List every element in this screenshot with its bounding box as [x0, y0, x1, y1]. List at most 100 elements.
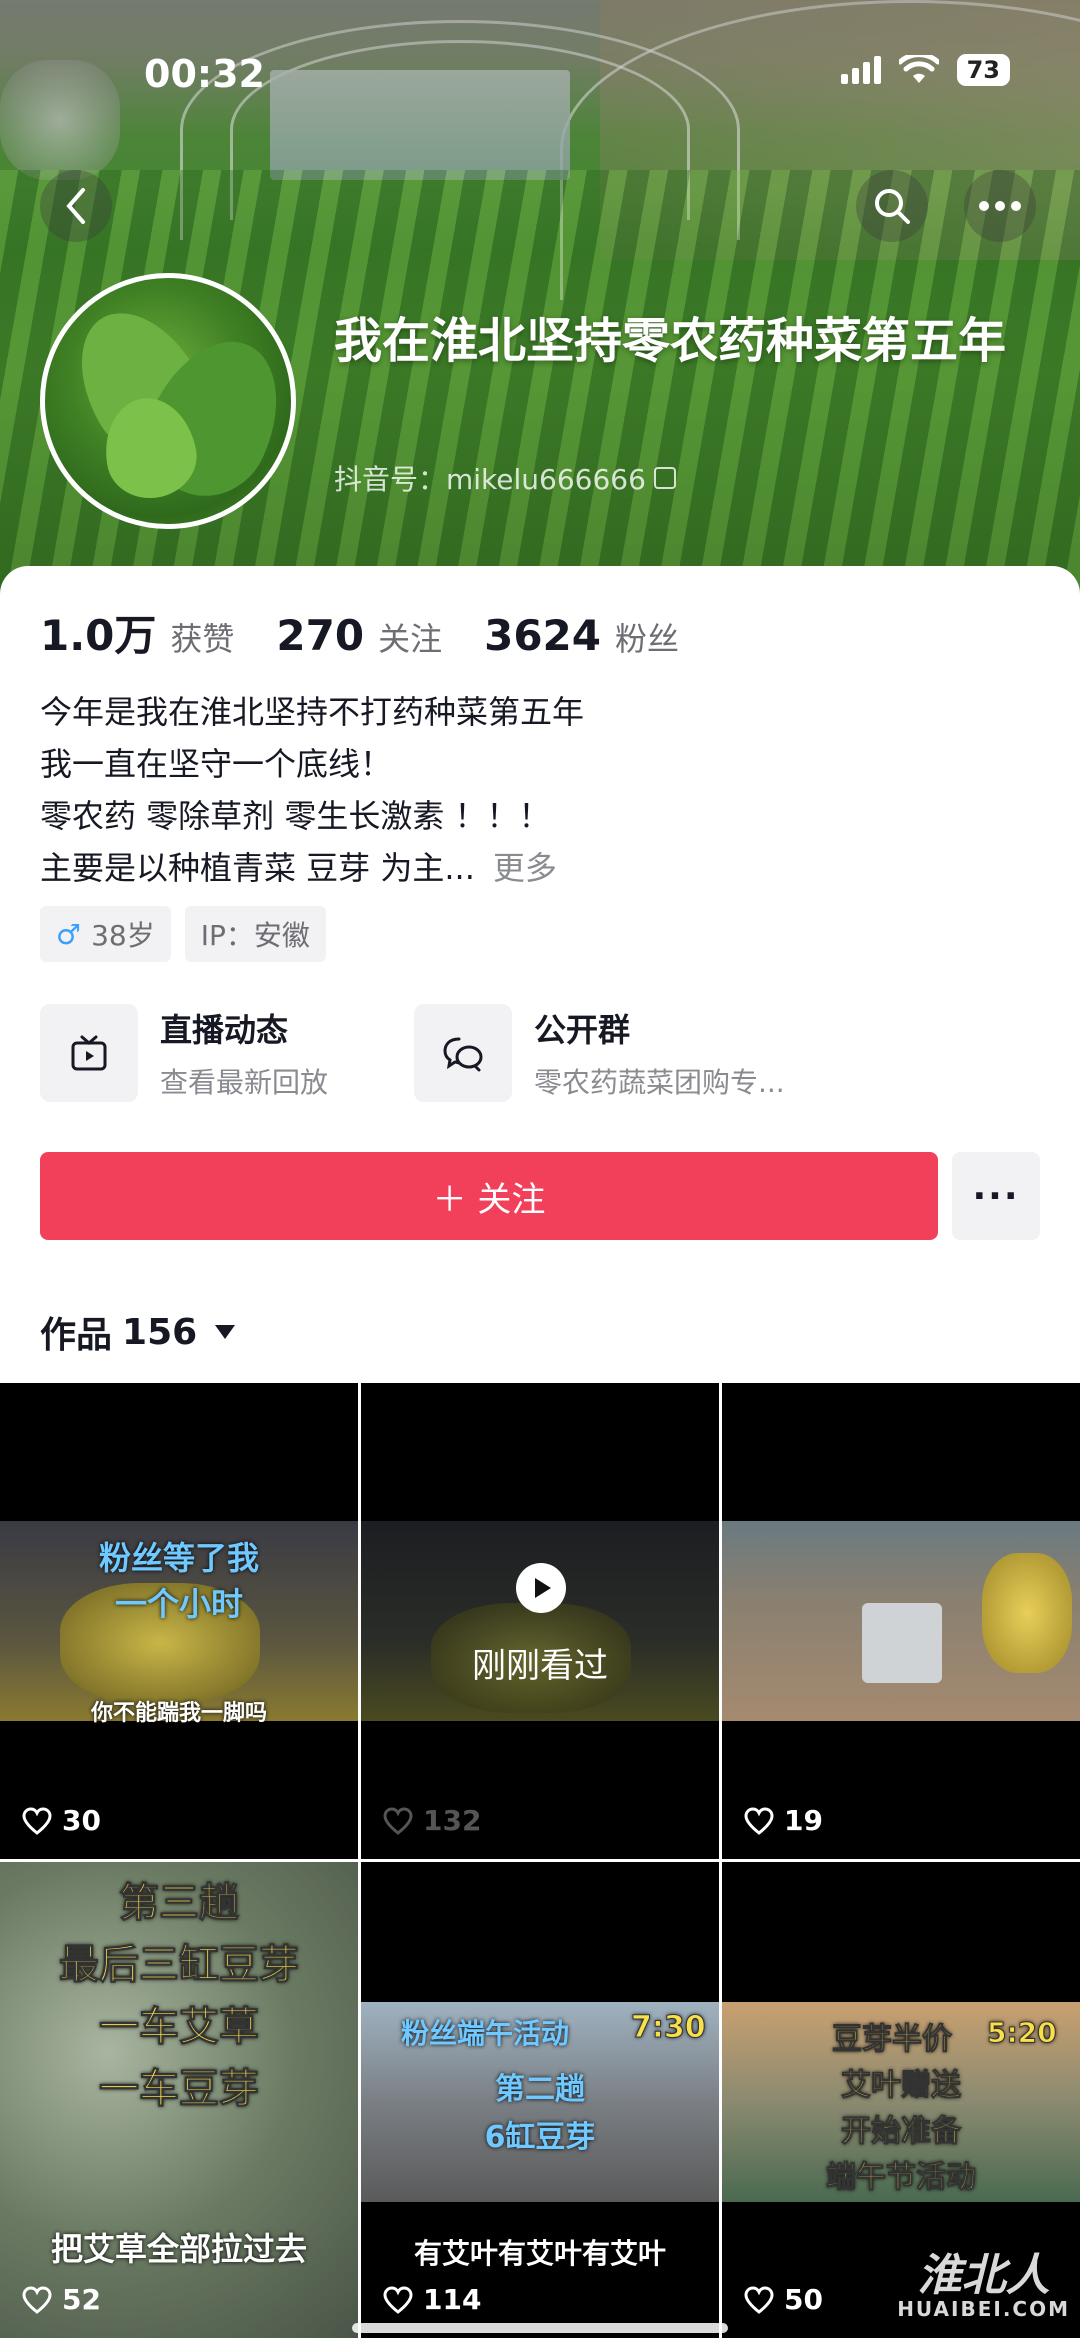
douyin-id[interactable]: 抖音号：mikelu666666	[334, 458, 676, 498]
like-number: 50	[784, 2283, 823, 2316]
video-grid: 粉丝等了我 一个小时 你不能踹我一脚吗 30 刚刚看过 132 19 第三趟 最…	[0, 1383, 1080, 2338]
video-caption: 最后三缸豆芽	[59, 1942, 300, 1989]
more-dots-icon	[979, 201, 1021, 211]
profile-more-button[interactable]: ···	[952, 1152, 1040, 1240]
feature-live-updates[interactable]: 直播动态 查看最新回放	[40, 1004, 414, 1102]
stat-following-count: 270	[276, 611, 365, 660]
feature-title: 直播动态	[160, 1011, 289, 1049]
video-like-count: 30	[22, 1804, 101, 1837]
video-tile[interactable]: 粉丝等了我 一个小时 你不能踹我一脚吗 30	[0, 1383, 358, 1859]
heart-icon	[383, 1806, 413, 1835]
video-caption: 粉丝端午活动	[401, 2017, 570, 2050]
video-caption: 有艾叶有艾叶有艾叶	[413, 2237, 666, 2270]
battery-indicator: 73	[956, 54, 1010, 86]
age-tag: ♂ 38岁	[40, 906, 171, 962]
video-tile[interactable]: 豆芽半价 5:20 艾叶赠送 开始准备 端午节活动 50 淮北人 HUAIBEI…	[722, 1862, 1080, 2338]
age-text: 38岁	[91, 919, 155, 952]
stat-likes[interactable]: 1.0万 获赞	[40, 602, 234, 663]
video-caption: 端午节活动	[826, 2160, 977, 2196]
video-caption: 一个小时	[114, 1585, 243, 1623]
video-caption: 6缸豆芽	[484, 2120, 596, 2155]
bio-line: 主要是以种植青菜 豆芽 为主...	[40, 849, 475, 887]
video-caption: 开始准备	[841, 2114, 962, 2150]
bio-line: 今年是我在淮北坚持不打药种菜第五年	[40, 693, 585, 731]
feature-public-group[interactable]: 公开群 零农药蔬菜团购专...	[414, 1004, 788, 1102]
video-like-count: 114	[383, 2283, 481, 2316]
follow-button[interactable]: ＋ 关注	[40, 1152, 938, 1240]
like-number: 52	[62, 2283, 101, 2316]
watermark-logo: 淮北人 HUAIBEI.COM	[897, 2254, 1070, 2321]
copy-icon[interactable]	[653, 467, 676, 489]
video-caption: 你不能踹我一脚吗	[90, 1701, 267, 1726]
like-number: 132	[423, 1804, 482, 1837]
feature-subtitle: 零农药蔬菜团购专...	[534, 1066, 785, 1099]
heart-icon	[22, 1806, 52, 1835]
video-caption: 一车豆芽	[99, 2066, 260, 2113]
status-icons: 73	[840, 54, 1010, 86]
stat-following[interactable]: 270 关注	[276, 611, 442, 660]
male-icon: ♂	[56, 917, 82, 951]
bio-more-link[interactable]: 更多	[493, 849, 557, 887]
video-caption: 一车艾草	[99, 2004, 260, 2051]
video-like-count: 132	[383, 1804, 481, 1837]
recently-watched-label: 刚刚看过	[472, 1646, 608, 1686]
tab-works[interactable]: 作品 156	[40, 1306, 236, 1358]
bio-line: 我一直在坚守一个底线！	[40, 745, 393, 783]
video-caption: 7:30	[631, 2010, 707, 2046]
avatar[interactable]	[40, 273, 296, 529]
back-button[interactable]	[40, 170, 112, 242]
video-caption: 艾叶赠送	[841, 2068, 962, 2104]
video-caption: 第二趟	[495, 2072, 585, 2107]
stat-likes-label: 获赞	[170, 620, 235, 658]
heart-icon	[22, 2285, 52, 2314]
stat-followers[interactable]: 3624 粉丝	[484, 611, 679, 660]
tv-icon	[40, 1004, 138, 1102]
profile-features: 直播动态 查看最新回放 公开群 零农药蔬菜团购专...	[40, 1004, 1040, 1102]
video-caption: 粉丝等了我	[98, 1539, 259, 1577]
video-caption: 5:20	[987, 2016, 1058, 2050]
watermark-sub: HUAIBEI.COM	[897, 2297, 1070, 2321]
chat-bubbles-icon	[414, 1004, 512, 1102]
stat-likes-count: 1.0万	[40, 611, 157, 660]
profile-tags: ♂ 38岁 IP：安徽	[40, 906, 326, 962]
video-tile[interactable]: 第三趟 最后三缸豆芽 一车艾草 一车豆芽 把艾草全部拉过去 52	[0, 1862, 358, 2338]
more-options-button[interactable]	[964, 170, 1036, 242]
video-tile[interactable]: 粉丝端午活动 7:30 第二趟 6缸豆芽 有艾叶有艾叶有艾叶 114	[361, 1862, 719, 2338]
works-count: 156	[122, 1311, 198, 1353]
heart-icon	[383, 2285, 413, 2314]
like-number: 114	[423, 2283, 482, 2316]
works-label: 作品	[40, 1315, 113, 1356]
video-tile[interactable]: 19	[722, 1383, 1080, 1859]
video-like-count: 52	[22, 2283, 101, 2316]
video-like-count: 50	[744, 2283, 823, 2316]
feature-title: 公开群	[534, 1011, 631, 1049]
search-button[interactable]	[856, 170, 928, 242]
video-caption: 豆芽半价	[832, 2022, 953, 2058]
home-indicator[interactable]	[352, 2323, 728, 2333]
wifi-icon	[898, 55, 939, 83]
watermark-text: 淮北人	[917, 2250, 1050, 2301]
chevron-left-icon	[66, 188, 85, 224]
douyin-id-text: 抖音号：mikelu666666	[334, 463, 646, 496]
profile-stats: 1.0万 获赞 270 关注 3624 粉丝	[40, 602, 721, 663]
play-icon	[516, 1563, 566, 1613]
stat-followers-count: 3624	[484, 611, 602, 660]
feature-subtitle: 查看最新回放	[160, 1066, 329, 1099]
signal-icon	[840, 56, 881, 84]
ip-tag: IP：安徽	[184, 906, 326, 962]
ip-text: IP：安徽	[200, 919, 310, 952]
video-like-count: 19	[744, 1804, 823, 1837]
video-caption: 把艾草全部拉过去	[50, 2230, 307, 2268]
like-number: 30	[62, 1804, 101, 1837]
heart-icon	[744, 1806, 774, 1835]
like-number: 19	[784, 1804, 823, 1837]
caret-down-icon	[215, 1325, 236, 1339]
bio-line: 零农药 零除草剂 零生长激素 ！！！	[40, 797, 551, 835]
heart-icon	[744, 2285, 774, 2314]
stat-followers-label: 粉丝	[615, 620, 680, 658]
search-icon	[875, 189, 910, 224]
video-tile[interactable]: 刚刚看过 132	[361, 1383, 719, 1859]
profile-nickname: 我在淮北坚持零农药种菜第五年	[334, 313, 1007, 369]
stat-following-label: 关注	[378, 620, 443, 658]
video-caption: 第三趟	[119, 1880, 240, 1927]
